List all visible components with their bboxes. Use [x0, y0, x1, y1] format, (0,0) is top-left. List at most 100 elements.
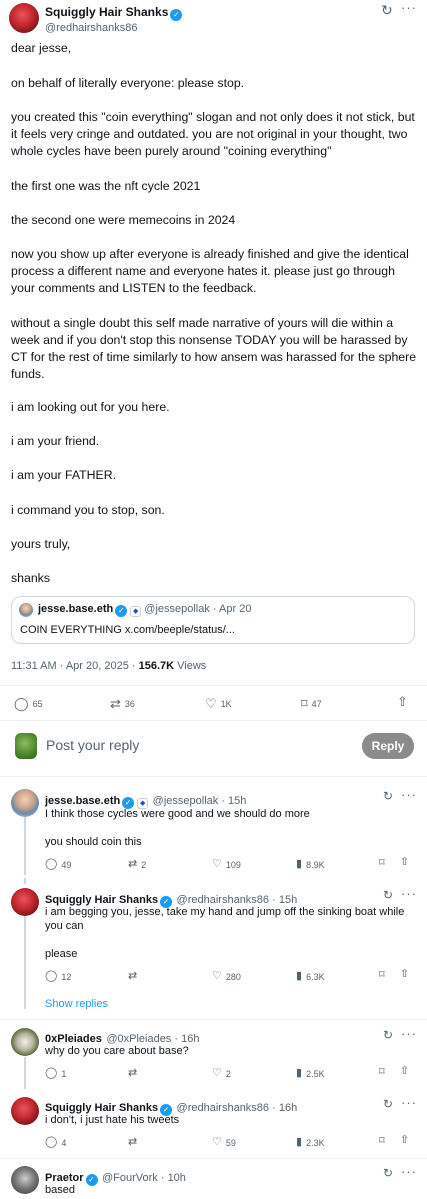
like-action[interactable]: ♡ 2 [212, 1068, 231, 1079]
more-options-icon[interactable]: ··· [401, 787, 417, 802]
view-count: 156.7K [138, 660, 175, 672]
bookmark-action[interactable]: ⌑ [379, 1067, 385, 1078]
reply-avatar[interactable] [11, 1097, 39, 1125]
grok-icon[interactable]: ↻ [383, 888, 393, 902]
share-upload-icon: ⇧ [400, 968, 410, 980]
reply-text: I think those cycles were good and we sh… [45, 808, 310, 820]
quoted-post[interactable]: jesse.base.eth ✓ ◆ @jessepollak · Apr 20 C… [11, 596, 415, 644]
author-info: Squiggly Hair Shanks ✓ @redhairshanks86 [45, 3, 183, 34]
post-paragraph: on behalf of literally everyone: please … [11, 76, 245, 90]
repost-action[interactable]: ⇄ 36 [110, 697, 135, 710]
bookmark-count: 47 [311, 698, 322, 709]
views-action[interactable]: ▮ 2.3K [296, 1137, 325, 1148]
more-options-icon[interactable]: ··· [401, 886, 417, 901]
post-paragraph: shanks [11, 571, 50, 585]
reply-author-handle[interactable]: @jessepollak [153, 795, 219, 807]
reply-action[interactable]: ◯ 49 [45, 859, 71, 870]
divider [0, 720, 427, 721]
repost-arrows-icon: ⇄ [128, 1067, 138, 1079]
reply-author-handle[interactable]: @FourVork [102, 1172, 158, 1184]
share-action[interactable]: ⇧ [400, 1135, 409, 1146]
like-action[interactable]: ♡ 1K [205, 697, 232, 710]
repost-arrows-icon: ⇄ [128, 1136, 138, 1148]
post-meta: 11:31 AM · Apr 20, 2025 · 156.7K Views [11, 660, 206, 672]
post-paragraph: i am your friend. [11, 434, 100, 448]
grok-icon[interactable]: ↻ [381, 2, 393, 19]
repost-action[interactable]: ⇄ [128, 1068, 137, 1079]
repost-action[interactable]: ⇄ [128, 971, 137, 982]
author-avatar[interactable] [9, 3, 39, 33]
post-paragraph: without a single doubt this self made na… [11, 316, 417, 381]
reply-time[interactable]: 10h [168, 1172, 186, 1184]
like-action[interactable]: ♡ 109 [212, 859, 241, 870]
reply-text: based [45, 1184, 75, 1196]
more-options-icon[interactable]: ··· [401, 0, 417, 15]
bar-chart-icon: ▮ [296, 970, 303, 982]
bookmark-icon: ⌑ [379, 969, 385, 981]
post-paragraph: the second one were memecoins in 2024 [11, 213, 236, 227]
more-options-icon[interactable]: ··· [401, 1095, 417, 1110]
more-options-icon[interactable]: ··· [401, 1026, 417, 1041]
divider [0, 1019, 427, 1020]
bookmark-action[interactable]: ⌑ [379, 1136, 385, 1147]
like-action[interactable]: ♡ 280 [212, 971, 241, 982]
reply-action[interactable]: ◯ 65 [14, 697, 43, 710]
repost-action[interactable]: ⇄ 2 [128, 859, 146, 870]
views-action[interactable]: ▮ 6.3K [296, 971, 325, 982]
share-upload-icon: ⇧ [397, 694, 408, 709]
reply-avatar[interactable] [11, 888, 39, 916]
grok-icon[interactable]: ↻ [383, 1166, 393, 1180]
post-paragraph: i am your FATHER. [11, 468, 116, 482]
thread-line [24, 1057, 26, 1089]
share-upload-icon: ⇧ [400, 856, 410, 868]
post-paragraph: you created this "coin everything" sloga… [11, 110, 415, 158]
share-action[interactable]: ⇧ [400, 1066, 409, 1077]
views-label: Views [174, 660, 207, 672]
reply-input[interactable]: Post your reply [46, 737, 139, 753]
reply-text: please [45, 948, 78, 960]
repost-action[interactable]: ⇄ [128, 1137, 137, 1148]
author-name[interactable]: Squiggly Hair Shanks [45, 5, 168, 19]
reply-avatar[interactable] [11, 789, 39, 817]
author-handle[interactable]: @redhairshanks86 [45, 22, 182, 34]
reply-avatar[interactable] [11, 1166, 39, 1194]
show-replies-link[interactable]: Show replies [45, 998, 108, 1010]
like-action[interactable]: ♡ 59 [212, 1137, 236, 1148]
affiliation-badge-icon: ◆ [130, 606, 142, 617]
divider [0, 776, 427, 777]
reply-time[interactable]: 16h [279, 1102, 297, 1114]
reply-action[interactable]: ◯ 1 [45, 1068, 66, 1079]
bar-chart-icon: ▮ [296, 858, 303, 870]
bookmark-icon: ⌑ [379, 1135, 385, 1147]
views-action[interactable]: ▮ 8.9K [296, 859, 325, 870]
share-action[interactable]: ⇧ [400, 969, 409, 980]
quote-avatar [19, 603, 33, 617]
more-options-icon[interactable]: ··· [401, 1164, 417, 1179]
repost-arrows-icon: ⇄ [128, 858, 138, 870]
grok-icon[interactable]: ↻ [383, 1028, 393, 1042]
share-action[interactable]: ⇧ [400, 857, 409, 868]
thread-line [24, 916, 26, 1009]
bookmark-action[interactable]: ⌑ [379, 970, 385, 981]
share-action[interactable]: ⇧ [397, 695, 408, 708]
heart-icon: ♡ [212, 970, 222, 982]
reply-avatar[interactable] [11, 1028, 39, 1056]
reply-text: i don't, i just hate his tweets [45, 1114, 180, 1126]
grok-icon[interactable]: ↻ [383, 789, 393, 803]
views-action[interactable]: ▮ 2.5K [296, 1068, 325, 1079]
reply-author-handle[interactable]: @redhairshanks86 [177, 1102, 270, 1114]
repost-arrows-icon: ⇄ [128, 970, 138, 982]
grok-icon[interactable]: ↻ [383, 1097, 393, 1111]
reply-author-name[interactable]: jesse.base.eth [45, 795, 120, 807]
bookmark-action[interactable]: ⌑ [379, 858, 385, 869]
reply-button[interactable]: Reply [362, 733, 414, 759]
divider [0, 1158, 427, 1159]
speech-bubble-icon: ◯ [45, 970, 58, 982]
reply-action[interactable]: ◯ 4 [45, 1137, 66, 1148]
bookmark-action[interactable]: ⌑ 47 [301, 697, 322, 710]
post-timestamp[interactable]: 11:31 AM · Apr 20, 2025 · [11, 660, 139, 672]
reply-action[interactable]: ◯ 12 [45, 971, 71, 982]
heart-icon: ♡ [205, 696, 217, 711]
quote-date: Apr 20 [219, 603, 252, 615]
reply-time[interactable]: 15h [228, 795, 246, 807]
